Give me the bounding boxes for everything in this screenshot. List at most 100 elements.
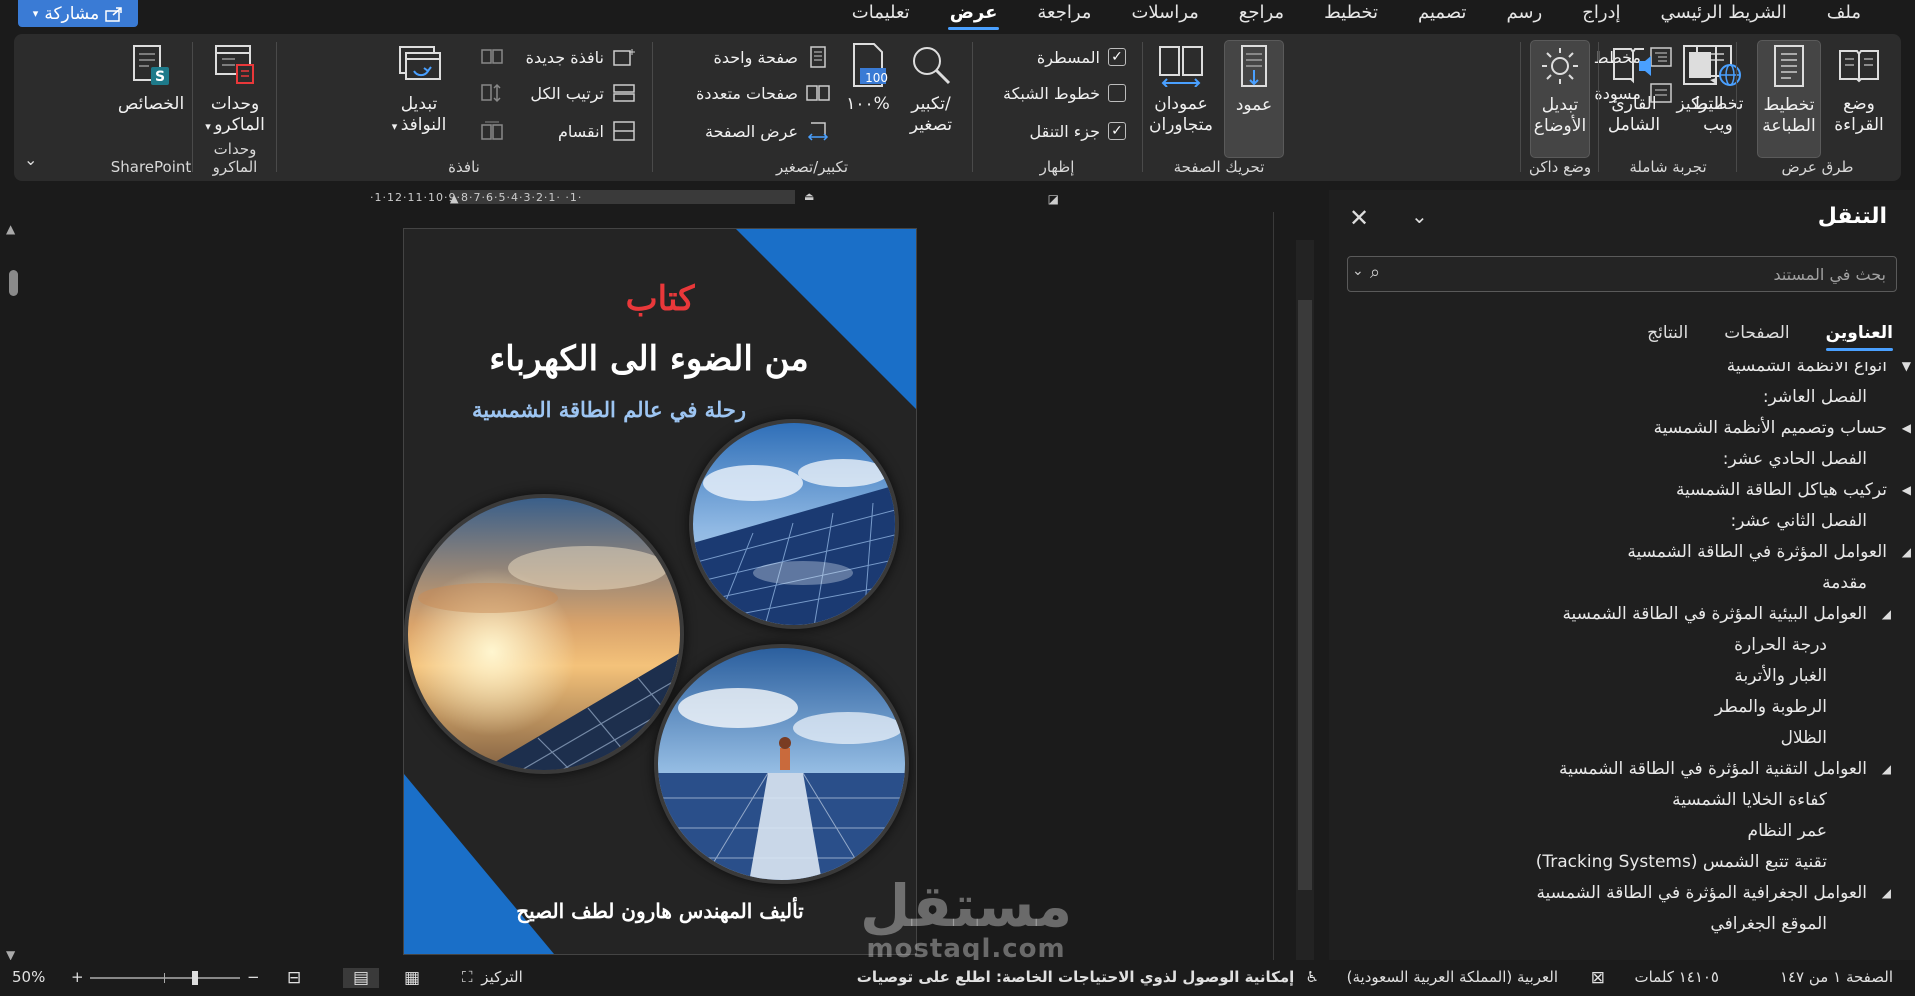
- nav-heading-item[interactable]: ◢ العوامل الجغرافية المؤثرة في الطاقة الش…: [1536, 877, 1891, 908]
- expand-collapse-icon[interactable]: ◀: [1899, 483, 1911, 497]
- zoom-level[interactable]: 50%: [12, 968, 45, 986]
- page-width-button[interactable]: عرض الصفحة: [705, 116, 830, 146]
- tab-draw[interactable]: رسم: [1486, 0, 1562, 30]
- accessibility-status[interactable]: إمكانية الوصول لذوي الاحتياجات الخاصة: ا…: [857, 968, 1319, 986]
- web-layout-view-icon[interactable]: ▦: [404, 968, 420, 988]
- vertical-button[interactable]: عمود: [1224, 40, 1284, 158]
- focus-button[interactable]: التركيز: [1670, 40, 1730, 115]
- multiple-pages-button[interactable]: صفحات متعددة: [696, 78, 830, 108]
- tab-references[interactable]: مراجع: [1219, 0, 1304, 30]
- menu-bar: ▾ مشاركة ملف الشريط الرئيسي إدراج رسم تص…: [0, 0, 1915, 30]
- share-button[interactable]: ▾ مشاركة: [18, 0, 138, 27]
- nav-heading-label: تقنية تتبع الشمس (Tracking Systems): [1535, 851, 1827, 872]
- scroll-up-arrow-icon[interactable]: ▲: [6, 222, 15, 236]
- expand-collapse-icon[interactable]: ◢: [1879, 607, 1891, 621]
- nav-heading-item[interactable]: تقنية تتبع الشمس (Tracking Systems): [1536, 846, 1827, 877]
- page-count[interactable]: الصفحة ١ من ١٤٧: [1780, 968, 1893, 986]
- arrange-all-button[interactable]: ترتيب الكل: [530, 78, 636, 108]
- indent-marker-icon[interactable]: ⏏: [804, 190, 814, 203]
- zoom-out-button[interactable]: −: [247, 968, 260, 986]
- zoom-slider-thumb[interactable]: [192, 971, 198, 985]
- expand-collapse-icon[interactable]: ▼: [1899, 362, 1911, 373]
- immersive-reader-button[interactable]: القارئ الشامل: [1602, 40, 1666, 136]
- navigation-pane-checkbox[interactable]: ✓ جزء التنقل: [1029, 116, 1126, 146]
- nav-heading-item[interactable]: ◀ حساب وتصميم الأنظمة الشمسية: [1654, 412, 1911, 443]
- split-button[interactable]: انقسام: [558, 116, 636, 146]
- search-input[interactable]: [1406, 259, 1886, 289]
- tab-insert[interactable]: إدراج: [1562, 0, 1640, 30]
- nav-heading-item[interactable]: مقدمة: [1822, 567, 1867, 598]
- tab-headings[interactable]: العناوين: [1825, 323, 1894, 351]
- nav-heading-item[interactable]: ◢ العوامل البيئية المؤثرة في الطاقة الشمس…: [1562, 598, 1891, 629]
- synchronous-scrolling-button[interactable]: [480, 78, 504, 108]
- side-by-side-button[interactable]: عمودان متجاوران: [1146, 40, 1216, 136]
- nav-heading-label: الظلال: [1780, 727, 1827, 748]
- zoom-100-button[interactable]: 100 ١٠٠%: [840, 40, 896, 115]
- tab-view[interactable]: عرض: [930, 0, 1018, 30]
- nav-heading-item[interactable]: ◢ العوامل المؤثرة في الطاقة الشمسية: [1627, 536, 1911, 567]
- tab-review[interactable]: مراجعة: [1017, 0, 1111, 30]
- ribbon-collapse-chevron-icon[interactable]: ⌄: [24, 150, 37, 169]
- tab-help[interactable]: تعليمات: [832, 0, 930, 30]
- one-page-button[interactable]: صفحة واحدة: [713, 42, 830, 72]
- focus-mode-button[interactable]: ⛶ التركيز: [462, 968, 523, 986]
- new-window-button[interactable]: نافذة جديدة: [526, 42, 636, 72]
- scrollbar-thumb[interactable]: [9, 270, 18, 296]
- reset-window-icon: [480, 119, 504, 143]
- search-options-chevron-icon[interactable]: ⌄: [1352, 263, 1364, 279]
- search-icon[interactable]: ⌕: [1370, 262, 1380, 283]
- tab-layout[interactable]: تخطيط: [1304, 0, 1398, 30]
- properties-button[interactable]: S الخصائص: [114, 40, 188, 115]
- reset-window-position-button[interactable]: [480, 116, 504, 146]
- read-mode-button[interactable]: وضع القراءة: [1829, 40, 1889, 136]
- nav-heading-item[interactable]: ▼ أنواع الأنظمة الشمسية: [1727, 362, 1911, 381]
- proofing-icon[interactable]: ⊠: [1591, 968, 1605, 988]
- macros-button[interactable]: وحدات ▾ الماكرو: [198, 40, 272, 137]
- language-indicator[interactable]: العربية (المملكة العربية السعودية): [1347, 968, 1558, 986]
- nav-heading-item[interactable]: ◀ تركيب هياكل الطاقة الشمسية: [1676, 474, 1911, 505]
- expand-collapse-icon[interactable]: ◀: [1899, 421, 1911, 435]
- horizontal-ruler[interactable]: ·1·12·11·10·9·8·7·6·5·4·3·2·1· ·1· ▲ ⏏: [370, 190, 890, 205]
- zoom-in-button[interactable]: +: [71, 968, 84, 986]
- indent-marker-icon[interactable]: ▲: [450, 192, 458, 205]
- nav-heading-item[interactable]: الموقع الجغرافي: [1710, 908, 1827, 939]
- zoom-slider[interactable]: [90, 971, 240, 985]
- print-layout-button[interactable]: تخطيط الطباعة: [1757, 40, 1821, 158]
- vertical-scrollbar[interactable]: ▲ ▼: [3, 222, 21, 962]
- word-count[interactable]: ١٤١٠٥ كلمات: [1634, 968, 1719, 986]
- nav-heading-item[interactable]: كفاءة الخلايا الشمسية: [1672, 784, 1827, 815]
- nav-heading-item[interactable]: الفصل الحادي عشر:: [1723, 443, 1867, 474]
- switch-modes-button[interactable]: تبديل الأوضاع: [1530, 40, 1590, 158]
- chevron-down-icon[interactable]: ⌄: [1411, 204, 1428, 228]
- switch-windows-button[interactable]: تبديل ▾ النوافذ: [384, 40, 454, 137]
- expand-collapse-icon[interactable]: ◢: [1879, 762, 1891, 776]
- view-side-by-side-button[interactable]: [480, 42, 504, 72]
- nav-heading-item[interactable]: الفصل العاشر:: [1763, 381, 1867, 412]
- tab-mailings[interactable]: مراسلات: [1111, 0, 1218, 30]
- nav-heading-item[interactable]: ◢ العوامل التقنية المؤثرة في الطاقة الشمس…: [1559, 753, 1891, 784]
- document-area[interactable]: ·1·12·11·10·9·8·7·6·5·4·3·2·1· ·1· ▲ ⏏ ◪…: [0, 190, 1329, 964]
- side-by-side-icon: [1156, 40, 1206, 90]
- nav-heading-item[interactable]: عمر النظام: [1748, 815, 1827, 846]
- vertical-ruler[interactable]: [1296, 240, 1314, 960]
- nav-heading-item[interactable]: الرطوبة والمطر: [1715, 691, 1827, 722]
- nav-heading-item[interactable]: الفصل الثاني عشر:: [1731, 505, 1867, 536]
- tab-design[interactable]: تصميم: [1398, 0, 1486, 30]
- nav-heading-item[interactable]: درجة الحرارة: [1734, 629, 1827, 660]
- document-page[interactable]: كتاب من الضوء الى الكهرباء رحلة في عالم …: [403, 228, 917, 955]
- zoom-button[interactable]: تكبير/ تصغير: [900, 40, 962, 136]
- tab-pages[interactable]: الصفحات: [1724, 323, 1789, 351]
- ruler-checkbox[interactable]: ✓ المسطرة: [1037, 42, 1126, 72]
- close-icon[interactable]: ✕: [1349, 204, 1369, 232]
- tab-home[interactable]: الشريط الرئيسي: [1641, 0, 1807, 30]
- nav-heading-item[interactable]: الظلال: [1781, 722, 1827, 753]
- ruler-toggle-icon[interactable]: ◪: [1048, 192, 1059, 206]
- expand-collapse-icon[interactable]: ◢: [1899, 545, 1911, 559]
- tab-file[interactable]: ملف: [1807, 0, 1881, 30]
- gridlines-checkbox[interactable]: خطوط الشبكة: [1003, 78, 1126, 108]
- tab-results[interactable]: النتائج: [1647, 323, 1688, 351]
- expand-collapse-icon[interactable]: ◢: [1879, 886, 1891, 900]
- nav-heading-item[interactable]: الغبار والأتربة: [1734, 660, 1827, 691]
- print-layout-view-icon[interactable]: ▤: [343, 968, 380, 988]
- read-mode-view-icon[interactable]: ⊟: [287, 968, 301, 988]
